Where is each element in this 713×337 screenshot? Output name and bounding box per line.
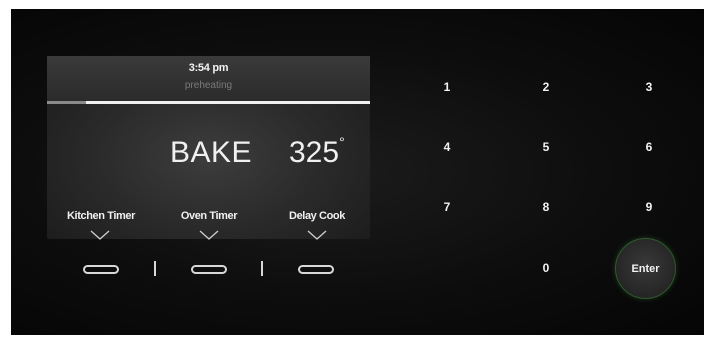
chevron-down-icon	[307, 230, 327, 240]
key-9[interactable]: 9	[634, 197, 664, 217]
oven-timer-label: Oven Timer	[180, 210, 238, 222]
degree-symbol: °	[339, 134, 345, 150]
chevron-down-icon	[199, 230, 219, 240]
delay-cook-button[interactable]	[298, 265, 334, 274]
key-7[interactable]: 7	[432, 197, 462, 217]
chevron-down-icon	[90, 230, 110, 240]
oven-timer-button[interactable]	[191, 265, 227, 274]
enter-button[interactable]: Enter	[615, 238, 676, 299]
key-6[interactable]: 6	[634, 137, 664, 157]
oven-control-panel: 3:54 pm preheating BAKE 325° Kitchen Tim…	[11, 9, 704, 335]
kitchen-timer-label: Kitchen Timer	[67, 210, 135, 222]
display-header: 3:54 pm preheating	[47, 56, 370, 101]
oven-display: 3:54 pm preheating BAKE 325° Kitchen Tim…	[47, 56, 370, 240]
key-8[interactable]: 8	[531, 197, 561, 217]
temperature-value: 325	[289, 136, 340, 169]
button-divider	[154, 261, 156, 276]
cook-mode: BAKE	[170, 136, 253, 169]
key-5[interactable]: 5	[531, 137, 561, 157]
preheat-progress-fill	[47, 101, 86, 104]
set-temperature: 325°	[289, 134, 345, 170]
key-2[interactable]: 2	[531, 77, 561, 97]
preheat-progress-bar	[47, 101, 370, 104]
button-divider	[261, 261, 263, 276]
key-3[interactable]: 3	[634, 77, 664, 97]
key-1[interactable]: 1	[432, 77, 462, 97]
kitchen-timer-button[interactable]	[83, 265, 119, 274]
clock-time: 3:54 pm	[188, 62, 229, 74]
key-0[interactable]: 0	[531, 258, 561, 278]
key-4[interactable]: 4	[432, 137, 462, 157]
delay-cook-label: Delay Cook	[289, 210, 345, 222]
cook-status: preheating	[184, 80, 233, 91]
